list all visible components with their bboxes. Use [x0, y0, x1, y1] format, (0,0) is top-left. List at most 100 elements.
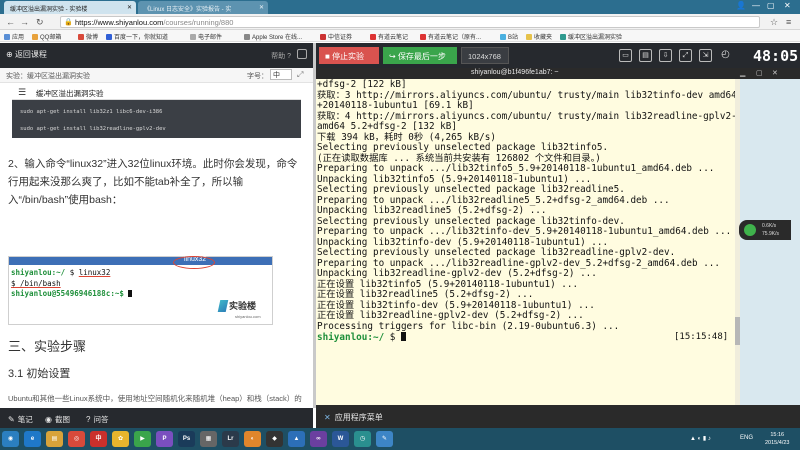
- section-bar: ☰ 缓冲区溢出漏洞实验: [12, 84, 301, 100]
- bookmark-item[interactable]: 有道云笔记: [370, 32, 408, 41]
- resolution-select[interactable]: 1024x768: [461, 47, 509, 64]
- close-icon[interactable]: ✕: [772, 69, 778, 77]
- terminal-output[interactable]: +dfsg-2 [122 kB] 获取：3 http://mirrors.ali…: [316, 79, 740, 405]
- app-yellow-icon[interactable]: ✿: [112, 431, 129, 447]
- tray-icons[interactable]: ▲ ◐ ▮ ♪: [690, 435, 711, 442]
- section-title: 缓冲区溢出漏洞实验: [36, 89, 104, 98]
- app-blue2-icon[interactable]: ✎: [376, 431, 393, 447]
- app-gray-icon[interactable]: ▦: [200, 431, 217, 447]
- language-indicator[interactable]: ENG: [740, 435, 753, 441]
- app-orange-icon[interactable]: ◐: [244, 431, 261, 447]
- clock-time: 15:16: [770, 432, 785, 438]
- maximize-icon[interactable]: ▢: [767, 1, 775, 10]
- expand-icon[interactable]: ⤢: [297, 70, 303, 80]
- save-last-step-button[interactable]: ↪ 保存最后一步: [383, 47, 457, 64]
- bookmark-item[interactable]: 电子邮件: [190, 32, 222, 41]
- network-status-icon: [744, 224, 756, 236]
- explorer-icon[interactable]: ▤: [46, 431, 63, 447]
- app-dark-icon[interactable]: ◆: [266, 431, 283, 447]
- collapse-icon[interactable]: ⇲: [699, 49, 712, 62]
- word-icon[interactable]: W: [332, 431, 349, 447]
- bookmark-item[interactable]: Apple Store 在线...: [244, 32, 302, 41]
- star-icon[interactable]: ☆: [770, 17, 778, 28]
- terminal-prompt-line: shiyanlou:~/ $: [317, 332, 406, 344]
- bookmark-item[interactable]: 缓冲区溢出漏洞实验: [560, 32, 622, 41]
- code-line: sudo apt-get install lib32readline-gplv2…: [20, 126, 166, 132]
- screenshot-title-bar: linux32: [9, 256, 272, 265]
- terminal-line: Preparing to unpack .../lib32tinfo5_5.9+…: [317, 163, 715, 174]
- baidu-icon: [106, 34, 112, 40]
- photoshop-icon[interactable]: Ps: [178, 431, 195, 447]
- tab-active[interactable]: 缓冲区溢出漏洞实验 - 实验楼 ✕: [4, 1, 136, 14]
- clipboard-icon[interactable]: ▤: [639, 49, 652, 62]
- screenshot-button[interactable]: ◉ 截图: [45, 414, 70, 425]
- reload-icon[interactable]: ↻: [36, 17, 44, 28]
- fullscreen-icon[interactable]: [297, 49, 307, 59]
- font-size-select[interactable]: 中: [270, 69, 292, 80]
- course-footer: ✎ 笔记 ◉ 截图 ? 问答: [0, 408, 313, 428]
- app-purple-icon[interactable]: P: [156, 431, 173, 447]
- app-teal-icon[interactable]: ◷: [354, 431, 371, 447]
- back-to-course-button[interactable]: ⊕ 返回课程: [6, 49, 47, 60]
- terminal-line: Selecting previously unselected package …: [317, 142, 609, 153]
- app-green-icon[interactable]: ▶: [134, 431, 151, 447]
- user-icon[interactable]: 👤: [736, 1, 746, 10]
- download-icon[interactable]: ⇩: [659, 49, 672, 62]
- chrome-icon[interactable]: ◎: [68, 431, 85, 447]
- bookmark-item[interactable]: QQ邮箱: [32, 32, 61, 41]
- minimize-icon[interactable]: ▁: [740, 69, 745, 77]
- folder-icon: [190, 34, 196, 40]
- bookmark-item[interactable]: 中信证券: [320, 32, 352, 41]
- toc-menu-icon[interactable]: ☰: [18, 87, 26, 98]
- close-icon[interactable]: ✕: [259, 4, 264, 11]
- youdao-icon: [370, 34, 376, 40]
- app-blue-icon[interactable]: ▲: [288, 431, 305, 447]
- app-red-icon[interactable]: 中: [90, 431, 107, 447]
- menu-icon[interactable]: ≡: [786, 17, 791, 27]
- experiment-info-row: 实验：缓冲区溢出漏洞实验 字号： 中 ⤢: [0, 68, 313, 83]
- ie-icon[interactable]: e: [24, 431, 41, 447]
- code-block: sudo apt-get install lib32z1 libc6-dev-i…: [12, 100, 301, 138]
- vm-panel-bar: ✕ 应用程序菜单: [316, 405, 800, 428]
- close-window-icon[interactable]: ✕: [784, 1, 791, 10]
- bookmark-item[interactable]: 微博: [78, 32, 98, 41]
- minimize-icon[interactable]: —: [752, 1, 760, 10]
- bookmark-item[interactable]: 百度一下，你就知道: [106, 32, 168, 41]
- question-icon: ?: [86, 415, 91, 424]
- url-path: /courses/running/880: [163, 18, 234, 27]
- url-input[interactable]: 🔒 https://www.shiyanlou.com/courses/runn…: [60, 16, 760, 28]
- desktop-icon[interactable]: ▭: [619, 49, 632, 62]
- bookmark-item[interactable]: 收藏夹: [526, 32, 552, 41]
- help-link[interactable]: 帮助 ?: [271, 51, 291, 61]
- applications-menu[interactable]: ✕ 应用程序菜单: [324, 412, 383, 423]
- red-circle-annotation: [173, 256, 215, 269]
- terminal-line: Unpacking lib32readline5 (5.2+dfsg-2) ..…: [317, 205, 547, 216]
- citic-icon: [320, 34, 326, 40]
- fullscreen-icon[interactable]: ⤢: [679, 49, 692, 62]
- forward-icon[interactable]: →: [20, 17, 29, 27]
- back-icon[interactable]: ←: [6, 17, 15, 27]
- lightroom-icon[interactable]: Lr: [222, 431, 239, 447]
- bookmark-item[interactable]: B站: [500, 32, 518, 41]
- bookmark-item[interactable]: 应用: [4, 32, 24, 41]
- course-panel: ⊕ 返回课程 帮助 ? 实验：缓冲区溢出漏洞实验 字号： 中 ⤢ ☰ 缓冲区溢出…: [0, 43, 313, 408]
- maximize-icon[interactable]: ▢: [756, 69, 763, 77]
- terminal-cursor: [401, 332, 406, 341]
- weibo-icon: [78, 34, 84, 40]
- terminal-line: amd64 5.2+dfsg-2 [132 kB]: [317, 121, 457, 132]
- terminal-screenshot-image: linux32 shiyanlou:~/ $ linux32 $ /bin/ba…: [8, 256, 273, 325]
- upload-speed: 0.6K/s: [762, 223, 777, 229]
- qa-button[interactable]: ? 问答: [86, 414, 108, 425]
- visual-studio-icon[interactable]: ∞: [310, 431, 327, 447]
- terminal-line: Selecting previously unselected package …: [317, 184, 625, 195]
- bookmark-item[interactable]: 有道云笔记（原有...: [420, 32, 481, 41]
- close-icon[interactable]: ✕: [127, 4, 132, 11]
- tab-inactive[interactable]: 《Linux 日志安全》实验报告 - 实 ✕: [138, 1, 268, 14]
- terminal-line: +20140118-1ubuntu1 [69.1 kB]: [317, 100, 474, 111]
- notes-button[interactable]: ✎ 笔记: [8, 414, 33, 425]
- terminal-line: Unpacking lib32readline-gplv2-dev (5.2+d…: [317, 268, 597, 279]
- pencil-icon: ✎: [8, 415, 15, 424]
- stop-experiment-button[interactable]: ■ 停止实验: [319, 47, 379, 64]
- start-orb-icon[interactable]: ◉: [2, 431, 19, 447]
- system-clock[interactable]: 15:16 2015/4/23: [765, 431, 789, 447]
